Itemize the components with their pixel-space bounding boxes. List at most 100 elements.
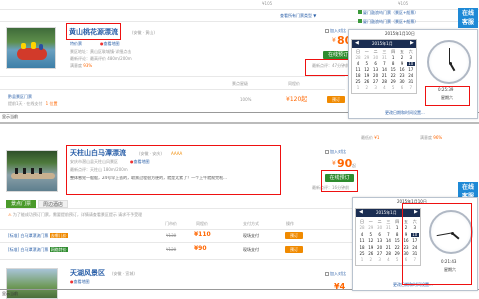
calendar-day[interactable]: 26	[363, 80, 371, 84]
calendar-day[interactable]: 14	[384, 239, 392, 243]
calendar-day[interactable]: 30	[398, 80, 406, 84]
calendar-day[interactable]: 5	[367, 232, 375, 237]
calendar-day[interactable]: 1	[358, 258, 366, 262]
calendar-day[interactable]: 24	[411, 245, 419, 250]
listing1-tag[interactable]: 特价票	[70, 42, 82, 46]
next-month-icon[interactable]: ▶	[414, 210, 418, 215]
listing2-photo[interactable]	[6, 150, 58, 192]
calendar-day[interactable]: 4	[358, 232, 366, 237]
calendar-day[interactable]: 17	[411, 239, 419, 243]
listing1-map-link[interactable]: ●查看地图	[100, 42, 120, 46]
calendar-day[interactable]: 13	[376, 239, 384, 243]
calendar-day[interactable]: 15	[389, 68, 397, 72]
popup2-settings-link[interactable]: 更改日期和时间设置...	[393, 283, 433, 287]
listing3-compare[interactable]: 加入对比	[325, 272, 346, 276]
calendar-day[interactable]: 21	[384, 245, 392, 250]
calendar-day[interactable]: 31	[411, 252, 419, 256]
calendar-day[interactable]: 29	[367, 226, 375, 230]
calendar-day[interactable]: 2	[363, 86, 371, 90]
calendar-day[interactable]: 29	[363, 56, 371, 60]
calendar-day[interactable]: 30	[372, 56, 380, 60]
calendar-day[interactable]: 7	[407, 86, 415, 90]
right-link-2[interactable]: 厦门鼓浪屿门票（景区+船票）	[358, 19, 418, 24]
tab-hotels[interactable]: 周边酒店	[38, 200, 68, 208]
calendar-day[interactable]: 28	[380, 80, 388, 84]
listing2-book-button[interactable]: 在线预订	[325, 174, 354, 182]
calendar-day[interactable]: 28	[358, 226, 366, 230]
calendar-day[interactable]: 31	[380, 56, 388, 60]
calendar-day[interactable]: 23	[398, 74, 406, 78]
ticket-type-dropdown[interactable]: 查看所有门票类型 ▼	[280, 14, 316, 18]
calendar-day[interactable]: 12	[367, 239, 375, 243]
calendar-day[interactable]: 24	[407, 74, 415, 78]
calendar-day[interactable]: 22	[389, 74, 397, 78]
calendar-day[interactable]: 20	[372, 74, 380, 78]
calendar-day[interactable]: 7	[380, 62, 388, 66]
popup1-month-label[interactable]: 2015年1月	[372, 42, 393, 46]
calendar-day[interactable]: 1	[354, 86, 362, 90]
calendar-day[interactable]: 4	[354, 62, 362, 66]
listing2-title[interactable]: 天柱山白马潭漂流	[70, 150, 126, 157]
calendar-day[interactable]: 4	[380, 86, 388, 90]
calendar-day[interactable]: 29	[393, 252, 401, 256]
calendar-day[interactable]: 9	[402, 232, 410, 237]
calendar-day[interactable]: 26	[367, 252, 375, 256]
calendar-day[interactable]: 3	[407, 56, 415, 60]
calendar-day[interactable]: 11	[354, 68, 362, 72]
calendar-day[interactable]: 19	[363, 74, 371, 78]
calendar-day[interactable]: 6	[372, 62, 380, 66]
calendar-day[interactable]: 12	[363, 68, 371, 72]
popup1-day-grid[interactable]: 日一二三四五六 28 29 30 31 1 2 3 4 5 6 7 8 9 10 11 12 13 14 15 16 17…	[354, 50, 416, 94]
calendar-day[interactable]: 2	[402, 226, 410, 230]
calendar-day[interactable]: 16	[398, 68, 406, 72]
calendar-day[interactable]: 21	[380, 74, 388, 78]
listing3-map-link[interactable]: ●查看地图	[70, 280, 90, 284]
popup2-day-grid[interactable]: 日一二三四五六 28 29 30 31 1 2 3 4 5 6 7 8 9 10 11 12 13 14 15 16 17…	[358, 220, 420, 266]
calendar-day[interactable]: 20	[376, 245, 384, 250]
calendar-day[interactable]: 27	[376, 252, 384, 256]
calendar-day[interactable]: 3	[376, 258, 384, 262]
calendar-day[interactable]: 31	[407, 80, 415, 84]
calendar-day[interactable]: 27	[372, 80, 380, 84]
calendar-day[interactable]: 6	[376, 232, 384, 237]
calendar-day[interactable]: 1	[393, 226, 401, 230]
right-link-1[interactable]: 厦门鼓浪屿门票（景区+船票）	[358, 10, 418, 15]
calendar-day[interactable]: 1	[389, 56, 397, 60]
calendar-day[interactable]: 9	[398, 62, 406, 66]
calendar-day[interactable]: 10	[410, 232, 419, 237]
calendar-day[interactable]: 23	[402, 245, 410, 250]
calendar-day[interactable]: 10	[406, 62, 415, 66]
calendar-day[interactable]: 6	[402, 258, 410, 262]
listing2-map-link[interactable]: ●查看地图	[130, 160, 150, 164]
calendar-day[interactable]: 8	[393, 232, 401, 237]
prev-month-icon[interactable]: ◀	[355, 41, 359, 46]
calendar-day[interactable]: 2	[367, 258, 375, 262]
taskbar-show-desktop[interactable]: 显示当前	[2, 115, 18, 119]
calendar-day[interactable]: 28	[354, 56, 362, 60]
calendar-day[interactable]: 19	[367, 245, 375, 250]
calendar-day[interactable]: 14	[380, 68, 388, 72]
calendar-day[interactable]: 25	[354, 80, 362, 84]
calendar-day[interactable]: 5	[363, 62, 371, 66]
calendar-day[interactable]: 25	[358, 252, 366, 256]
calendar-day[interactable]: 8	[389, 62, 397, 66]
calendar-day[interactable]: 30	[402, 252, 410, 256]
calendar-day[interactable]: 17	[407, 68, 415, 72]
calendar-day[interactable]: 7	[384, 232, 392, 237]
calendar-day[interactable]: 11	[358, 239, 366, 243]
calendar-day[interactable]: 3	[372, 86, 380, 90]
calendar-day[interactable]: 18	[354, 74, 362, 78]
listing1-compare[interactable]: 加入对比	[325, 29, 346, 33]
calendar-day[interactable]: 2	[398, 56, 406, 60]
calendar-day[interactable]: 28	[384, 252, 392, 256]
calendar-day[interactable]: 16	[402, 239, 410, 243]
listing1-photo[interactable]	[6, 27, 56, 69]
calendar-day[interactable]: 7	[411, 258, 419, 262]
calendar-day[interactable]: 31	[384, 226, 392, 230]
listing2-compare[interactable]: 加入对比	[325, 150, 346, 154]
prev-month-icon[interactable]: ◀	[359, 210, 363, 215]
calendar-day[interactable]: 3	[411, 226, 419, 230]
listing3-title[interactable]: 天湖风景区	[70, 270, 105, 277]
calendar-day[interactable]: 5	[389, 86, 397, 90]
calendar-day[interactable]: 22	[393, 245, 401, 250]
